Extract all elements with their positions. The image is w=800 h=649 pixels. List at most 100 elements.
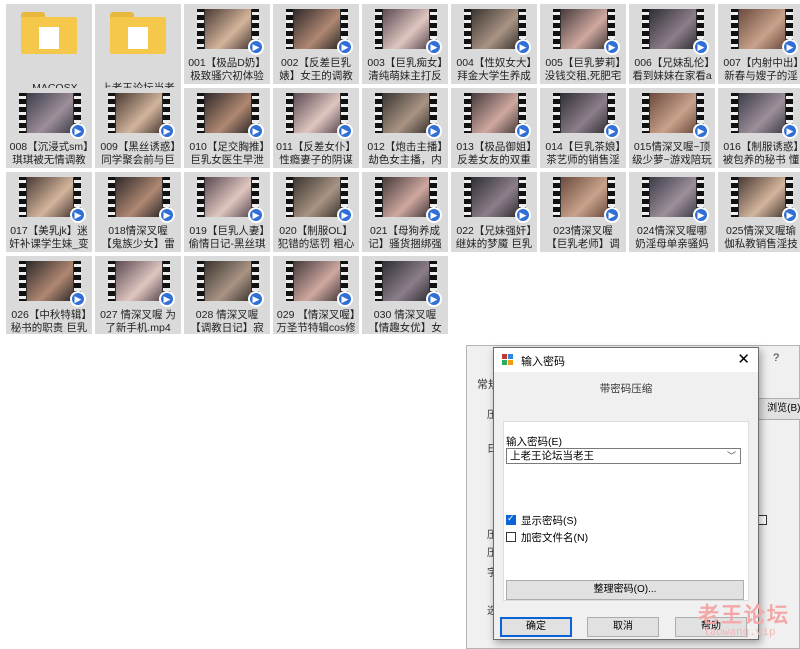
file-name-label: 023情深叉喔【巨乳老师】调教勾引男学生疯狂榨精.mp4: [546, 225, 620, 250]
video-file-item[interactable]: ▶ 025情深叉喔瑜伽私教销售淫技巨乳情深足 mp4.mp4: [718, 172, 800, 252]
file-name-label: 016【制服诱惑】被包养的秘书 懂事的秘书知道如何安慰生...: [722, 141, 800, 166]
video-file-item[interactable]: ▶ 028 情深叉喔【调教日记】寂寞情深趁老公出差_多具自慰炮击插逼...: [184, 256, 270, 334]
play-icon: ▶: [515, 39, 531, 55]
video-file-item[interactable]: ▶ 020【制服OL】犯错的惩罚 粗心员工让公司亏损被女王经理榨...: [273, 172, 359, 252]
play-icon: ▶: [515, 123, 531, 139]
video-file-item[interactable]: ▶ 006【兄妹乱伦】看到妹妹在家看av，被发现，为了让其...: [629, 4, 715, 84]
cancel-button[interactable]: 取消: [587, 617, 659, 637]
play-icon: ▶: [426, 39, 442, 55]
video-file-item[interactable]: ▶ 026【中秋特辑】秘书的职责 巨乳琪琪服务完老板还要服务...: [6, 256, 92, 334]
file-name-label: 012【炮击主播】劫色女主播，内射两炮 尾随劫财不成只...: [367, 141, 443, 166]
dialog-title: 输入密码: [521, 356, 565, 368]
file-name-label: 005【巨乳萝莉】没钱交租,死肥宅房东让她肉偿 3000的...: [544, 57, 622, 82]
file-name-label: 006【兄妹乱伦】看到妹妹在家看av，被发现，为了让其...: [632, 57, 712, 82]
video-file-item[interactable]: ▶ 004【性奴女大】拜金大学生养成记 为买包甘愿成为金主的...: [451, 4, 537, 84]
file-name-label: 009【黑丝诱惑】同学聚会前与巨乳骚妻的性爱体验 大奶骚...: [100, 141, 176, 166]
play-icon: ▶: [782, 123, 798, 139]
video-file-item[interactable]: ▶ 029 【情深叉喔】万圣节特辑cos修女与真约拍被下药强奸 强...: [273, 256, 359, 334]
file-name-label: 014【巨乳茶娘】茶艺师的销售淫技 为了业绩出卖肉体 连续...: [545, 141, 621, 166]
play-icon: ▶: [604, 123, 620, 139]
password-value: 上老王论坛当老王: [510, 450, 594, 462]
file-name-label: 001【极品D奶】极致骚穴初体验调教内射大奶骚御姐 舔硬鸡巴...: [188, 57, 266, 82]
video-file-item[interactable]: ▶ 002【反差巨乳婊】女王的调教时刻 被虐的公狗翻身反操 肉体...: [273, 4, 359, 84]
ok-button[interactable]: 确定: [500, 617, 572, 637]
file-name-label: 030 情深叉喔【情趣女优】女友体验感按摩师_巨乳帮你全身服...: [368, 309, 442, 334]
file-name-label: 010【足交胸推】巨乳女医生早泄治疗秘术 内射这样的治疗...: [189, 141, 265, 166]
video-file-item[interactable]: ▶ 003【巨乳痴女】清纯萌妹主打反差 自己抱着腿让大鸡吧疯...: [362, 4, 448, 84]
video-file-item[interactable]: ▶ 030 情深叉喔【情趣女优】女友体验感按摩师_巨乳帮你全身服...: [362, 256, 448, 334]
play-icon: ▶: [70, 123, 86, 139]
video-file-item[interactable]: ▶ 022【兄妹强奸】继妹的梦魇 巨乳琪琪被继哥强行插入操穴...: [451, 172, 537, 252]
play-icon: ▶: [782, 207, 798, 223]
play-icon: ▶: [248, 291, 264, 307]
video-file-item[interactable]: ▶ 021【母狗养成记】骚货捆绑强制口爆 性瘾情深欲求不满吞精...: [362, 172, 448, 252]
folder-item[interactable]: 上老王论坛当老王: [95, 4, 181, 107]
video-file-item[interactable]: ▶ 007【内射中出】新春与嫂子的淫荡禁忌 寂寞嫂子主动勾引...: [718, 4, 800, 84]
password-input[interactable]: 上老王论坛当老王 ﹀: [506, 448, 741, 464]
video-file-item[interactable]: ▶ 001【极品D奶】极致骚穴初体验调教内射大奶骚御姐 舔硬鸡巴...: [184, 4, 270, 84]
file-name-label: 011【反差女仆】性瘾妻子的阴谋 连续三天榨精不满足 只能...: [276, 141, 356, 166]
chevron-down-icon[interactable]: ﹀: [727, 449, 736, 463]
show-password-checkbox[interactable]: [506, 513, 516, 525]
play-icon: ▶: [426, 207, 442, 223]
play-icon: ▶: [693, 123, 709, 139]
file-name-label: 029 【情深叉喔】万圣节特辑cos修女与真约拍被下药强奸 强...: [276, 309, 356, 334]
play-icon: ▶: [159, 123, 175, 139]
help-icon[interactable]: ?: [773, 352, 779, 364]
video-file-item[interactable]: ▶ 014【巨乳茶娘】茶艺师的销售淫技 为了业绩出卖肉体 连续...: [540, 88, 626, 168]
file-name-label: 024情深叉喔哪奶淫母单亲骚妈妈对儿子的性爱.mp4: [635, 225, 709, 250]
file-name-label: 028 情深叉喔【调教日记】寂寞情深趁老公出差_多具自慰炮击插逼...: [190, 309, 264, 334]
watermark-text: 老王论坛: [698, 604, 790, 627]
video-file-item[interactable]: ▶ 016【制服诱惑】被包养的秘书 懂事的秘书知道如何安慰生...: [718, 88, 800, 168]
play-icon: ▶: [693, 207, 709, 223]
video-file-item[interactable]: ▶ 005【巨乳萝莉】没钱交租,死肥宅房东让她肉偿 3000的...: [540, 4, 626, 84]
play-icon: ▶: [248, 123, 264, 139]
play-icon: ▶: [604, 39, 620, 55]
file-name-label: 003【巨乳痴女】清纯萌妹主打反差 自己抱着腿让大鸡吧疯...: [367, 57, 443, 82]
video-file-item[interactable]: ▶ 012【炮击主播】劫色女主播，内射两炮 尾随劫财不成只...: [362, 88, 448, 168]
video-file-item[interactable]: ▶ 013【极品御姐】反差女友的双重人格极致反差演绎演绎两...: [451, 88, 537, 168]
encrypt-filenames-label[interactable]: 加密文件名(N): [521, 530, 588, 545]
folder-icon: [21, 12, 77, 54]
file-name-label: 007【内射中出】新春与嫂子的淫荡禁忌 寂寞嫂子主动勾引...: [723, 57, 799, 82]
file-name-label: 027 情深叉喔 为了新手机.mp4: [100, 309, 176, 334]
play-icon: ▶: [782, 39, 798, 55]
video-file-item[interactable]: ▶ 011【反差女仆】性瘾妻子的阴谋 连续三天榨精不满足 只能...: [273, 88, 359, 168]
play-icon: ▶: [70, 207, 86, 223]
video-file-item[interactable]: ▶ 009【黑丝诱惑】同学聚会前与巨乳骚妻的性爱体验 大奶骚...: [95, 88, 181, 168]
play-icon: ▶: [426, 291, 442, 307]
file-name-label: 013【极品御姐】反差女友的双重人格极致反差演绎演绎两...: [456, 141, 532, 166]
file-name-label: 026【中秋特辑】秘书的职责 巨乳琪琪服务完老板还要服务...: [10, 309, 88, 334]
winrar-icon: [502, 354, 514, 366]
video-file-item[interactable]: ▶ 023情深叉喔【巨乳老师】调教勾引男学生疯狂榨精.mp4: [540, 172, 626, 252]
folder-item[interactable]: __MACOSX: [6, 4, 92, 94]
play-icon: ▶: [337, 291, 353, 307]
close-icon[interactable]: ✕: [737, 350, 750, 368]
video-file-item[interactable]: ▶ 024情深叉喔哪奶淫母单亲骚妈妈对儿子的性爱.mp4: [629, 172, 715, 252]
play-icon: ▶: [515, 207, 531, 223]
file-name-label: 017【美乳jk】迷奸补课学生妹_变态老师轻调教黑丝嫩妹_强插内...: [9, 225, 89, 250]
file-name-label: 020【制服OL】犯错的惩罚 粗心员工让公司亏损被女王经理榨...: [277, 225, 355, 250]
play-icon: ▶: [337, 39, 353, 55]
video-file-item[interactable]: ▶ 015情深叉喔~顶级少萝~游戏陪玩之隐藏服务~两小时女友体...: [629, 88, 715, 168]
video-file-item[interactable]: ▶ 027 情深叉喔 为了新手机.mp4: [95, 256, 181, 334]
video-file-item[interactable]: ▶ 010【足交胸推】巨乳女医生早泄治疗秘术 内射这样的治疗...: [184, 88, 270, 168]
video-file-item[interactable]: ▶ 019【巨乳人妻】偷情日记-黑丝琪琪趁老公加班邀请炮友家...: [184, 172, 270, 252]
play-icon: ▶: [337, 123, 353, 139]
dialog-titlebar: 输入密码 ✕: [494, 348, 758, 372]
video-file-item[interactable]: ▶ 008【沉浸式sm】琪琪被无情调教 鞭打滴蜡炮机抽插 精液强制...: [6, 88, 92, 168]
play-icon: ▶: [159, 207, 175, 223]
file-name-label: 025情深叉喔瑜伽私教销售淫技巨乳情深足 mp4.mp4: [724, 225, 798, 250]
video-file-item[interactable]: ▶ 018情深叉喔【鬼族少女】雷姆老婆帮你实现生日愿望 精液射...: [95, 172, 181, 252]
file-name-label: 018情深叉喔【鬼族少女】雷姆老婆帮你实现生日愿望 精液射...: [101, 225, 175, 250]
browse-button[interactable]: 浏览(B)...: [757, 398, 800, 420]
play-icon: ▶: [248, 39, 264, 55]
organize-passwords-button[interactable]: 整理密码(O)...: [506, 580, 744, 600]
file-name-label: 019【巨乳人妻】偷情日记-黑丝琪琪趁老公加班邀请炮友家...: [188, 225, 266, 250]
dialog-subtitle: 带密码压缩: [599, 383, 653, 395]
encrypt-filenames-checkbox[interactable]: [506, 532, 516, 542]
play-icon: ▶: [248, 207, 264, 223]
play-icon: ▶: [426, 123, 442, 139]
video-file-item[interactable]: ▶ 017【美乳jk】迷奸补课学生妹_变态老师轻调教黑丝嫩妹_强插内...: [6, 172, 92, 252]
show-password-label[interactable]: 显示密码(S): [521, 513, 577, 528]
